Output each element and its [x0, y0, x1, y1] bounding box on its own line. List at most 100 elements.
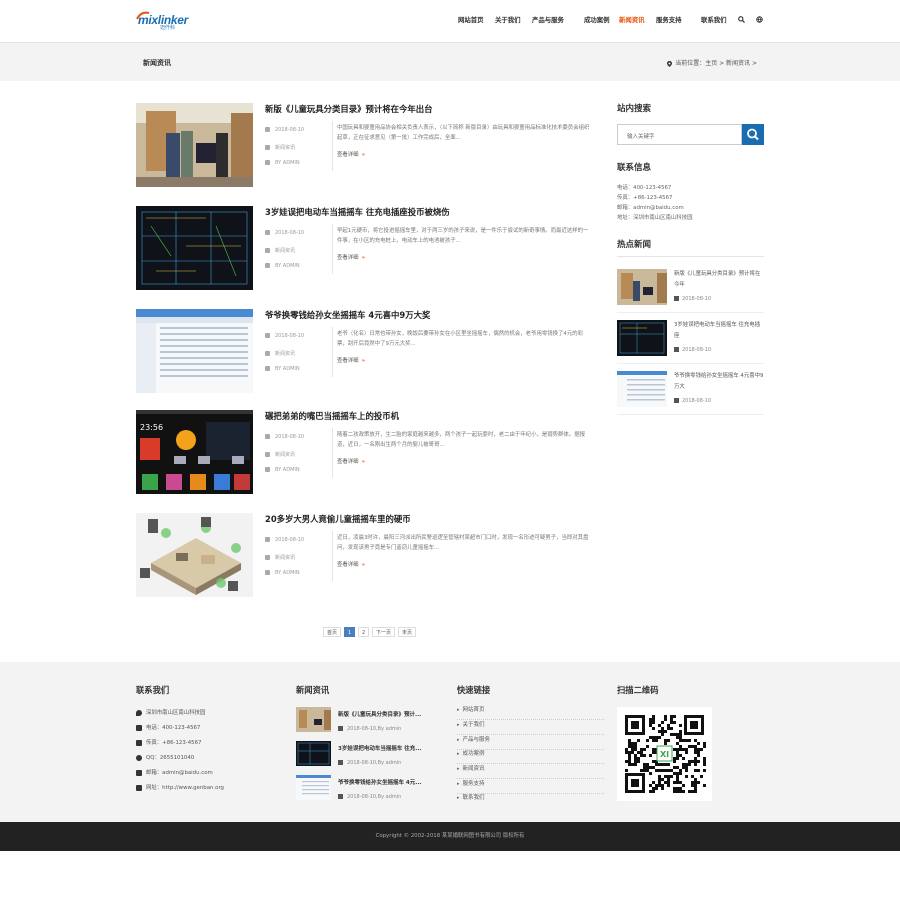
hot-news-item[interactable]: 新版《儿童玩具分类目录》预计将在今年 2018-08-10 — [617, 269, 764, 313]
page-next[interactable]: 下一页 — [372, 627, 396, 637]
hot-news-thumbnail[interactable] — [617, 320, 667, 356]
footer-news-item[interactable]: 3岁娃误把电动车当摇摇车 往充... 2018-08-10,By admin — [296, 741, 438, 770]
footer-link-home[interactable]: 网站首页 — [457, 705, 604, 720]
article-title[interactable]: 新版《儿童玩具分类目录》预计将在今年出台 — [265, 103, 433, 115]
article-title[interactable]: 20多岁大男人竟偷儿童摇摇车里的硬币 — [265, 513, 411, 525]
page-2[interactable]: 2 — [358, 627, 370, 637]
nav-cases[interactable]: 成功案例 — [584, 15, 610, 24]
footer-news-date-text: 2018-08-10,By admin — [347, 794, 402, 800]
footer-link-products[interactable]: 产品与服务 — [457, 735, 604, 750]
footer-news-title-text[interactable]: 3岁娃误把电动车当摇摇车 往充... — [338, 744, 438, 752]
footer-contact-qq: QQ：2655101040 — [136, 753, 194, 761]
chevron-down-icon: ⌄ — [657, 15, 662, 21]
breadcrumb-text[interactable]: 当前位置：主页 > 新闻资讯 > — [675, 60, 757, 67]
copyright: Copyright © 2002-2018 某某婚联网图书有限公司 版权所有 — [0, 822, 900, 851]
nav-contact[interactable]: 联系我们 — [701, 15, 727, 24]
footer-links-title: 快速链接 — [457, 685, 491, 695]
footer-news-thumbnail[interactable] — [296, 707, 331, 732]
footer-news-date: 2018-08-10,By admin — [338, 726, 401, 732]
language-icon[interactable] — [756, 16, 763, 23]
article-item: 23:56 碾把弟弟的嘴巴当摇摇车上的投币机 2018-08-10 新闻资讯 B… — [136, 410, 591, 494]
home-icon — [136, 784, 142, 791]
article-date: 2018-08-10 — [265, 230, 304, 236]
footer-contact-email-text[interactable]: 邮箱：admin@baidu.com — [146, 770, 213, 776]
footer-news-thumbnail[interactable] — [296, 741, 331, 766]
read-more-link[interactable]: 查看详细» — [337, 560, 365, 568]
footer-news-thumbnail[interactable] — [296, 775, 331, 800]
article-thumbnail[interactable]: 23:56 — [136, 410, 253, 494]
divider — [332, 224, 333, 274]
article-title[interactable]: 爷爷换零钱给孙女坐摇摇车 4元喜中9万大奖 — [265, 309, 430, 321]
article-title[interactable]: 3岁娃误把电动车当摇摇车 往充电插座投币被烧伤 — [265, 206, 450, 218]
nav-about[interactable]: 关于我们 — [495, 15, 521, 24]
hot-news-thumbnail[interactable] — [617, 269, 667, 305]
footer-contact-website-text[interactable]: 网址：http://www.genban.org — [146, 785, 224, 791]
article-category-text[interactable]: 新闻资讯 — [275, 248, 295, 254]
double-chevron-icon: » — [361, 562, 366, 568]
search-icon — [747, 128, 759, 141]
footer-news-item[interactable]: 新版《儿童玩具分类目录》预计... 2018-08-10,By admin — [296, 707, 438, 736]
read-more-link[interactable]: 查看详细» — [337, 253, 365, 261]
user-icon — [265, 366, 270, 371]
hot-news-item[interactable]: 爷爷换零钱给孙女坐摇摇车 4元喜中9万大 2018-08-10 — [617, 371, 764, 415]
hot-news-date: 2018-08-10 — [674, 347, 711, 353]
read-more-link[interactable]: 查看详细» — [337, 150, 365, 158]
divider — [332, 428, 333, 478]
footer-link-cases[interactable]: 成功案例 — [457, 749, 604, 764]
footer-news-title-text[interactable]: 新版《儿童玩具分类目录》预计... — [338, 710, 438, 718]
hot-news-title-text[interactable]: 爷爷换零钱给孙女坐摇摇车 4元喜中9万大 — [674, 371, 764, 393]
article-author: BY ADMIN — [265, 570, 300, 576]
location-icon — [136, 709, 142, 716]
article-category-text[interactable]: 新闻资讯 — [275, 452, 295, 458]
hot-news-title-text[interactable]: 3岁娃误把电动车当摇摇车 往充电插座 — [674, 320, 764, 342]
site-logo[interactable]: mixlinker 迈仟科 — [136, 10, 188, 31]
hot-news-title-text[interactable]: 新版《儿童玩具分类目录》预计将在今年 — [674, 269, 764, 291]
article-title[interactable]: 碾把弟弟的嘴巴当摇摇车上的投币机 — [265, 410, 399, 422]
footer-link-support[interactable]: 服务支持 — [457, 779, 604, 794]
double-chevron-icon: » — [361, 459, 366, 465]
search-input[interactable]: 输入关键字 — [617, 124, 742, 145]
article-thumbnail[interactable] — [136, 103, 253, 187]
hot-news-date: 2018-08-10 — [674, 398, 711, 404]
article-author: BY ADMIN — [265, 263, 300, 269]
read-more-link[interactable]: 查看详细» — [337, 457, 365, 465]
article-thumbnail[interactable] — [136, 206, 253, 290]
page-1[interactable]: 1 — [344, 627, 356, 637]
footer-link-contact[interactable]: 联系我们 — [457, 793, 604, 808]
article-category-text[interactable]: 新闻资讯 — [275, 145, 295, 151]
article-category-text[interactable]: 新闻资讯 — [275, 555, 295, 561]
search-icon[interactable] — [738, 16, 745, 23]
footer-link-news[interactable]: 新闻资讯 — [457, 764, 604, 779]
article-item: 3岁娃误把电动车当摇摇车 往充电插座投币被烧伤 2018-08-10 新闻资讯 … — [136, 206, 591, 290]
article-category: 新闻资讯 — [265, 247, 295, 254]
article-description: 老爷（化名）日常也带孙女，晚饭后要带孙女在小区里坐摇摇车，偶然的机会，老爷用零钱… — [337, 331, 584, 347]
calendar-icon — [265, 537, 270, 542]
article-category-text[interactable]: 新闻资讯 — [275, 351, 295, 357]
footer-link-about[interactable]: 关于我们 — [457, 720, 604, 735]
calendar-icon — [265, 434, 270, 439]
hot-news-thumbnail[interactable] — [617, 371, 667, 407]
page-first[interactable]: 首页 — [323, 627, 342, 637]
page-last[interactable]: 末页 — [398, 627, 417, 637]
nav-news[interactable]: 新闻资讯 — [619, 15, 645, 24]
footer-contact-email: 邮箱：admin@baidu.com — [136, 768, 213, 776]
calendar-icon — [674, 296, 679, 301]
article-thumbnail[interactable] — [136, 309, 253, 393]
nav-home[interactable]: 网站首页 — [458, 15, 484, 24]
search-button[interactable] — [742, 124, 764, 145]
logo-mix: mix — [138, 13, 158, 27]
tag-icon — [265, 248, 270, 253]
footer-news-date-text: 2018-08-10,By admin — [347, 760, 402, 766]
hot-news-item[interactable]: 3岁娃误把电动车当摇摇车 往充电插座 2018-08-10 — [617, 320, 764, 364]
hot-news-date: 2018-08-10 — [674, 296, 711, 302]
search-title: 站内搜索 — [617, 104, 652, 114]
footer-news-title-text[interactable]: 爷爷换零钱给孙女坐摇摇车 4元... — [338, 778, 438, 786]
tag-icon — [265, 555, 270, 560]
article-thumbnail[interactable] — [136, 513, 253, 597]
article-item: 新版《儿童玩具分类目录》预计将在今年出台 2018-08-10 新闻资讯 BY … — [136, 103, 591, 187]
read-more-link[interactable]: 查看详细» — [337, 356, 365, 364]
location-pin-icon — [667, 60, 673, 67]
footer-news-item[interactable]: 爷爷换零钱给孙女坐摇摇车 4元... 2018-08-10,By admin — [296, 775, 438, 804]
calendar-icon — [265, 127, 270, 132]
article-author-text: BY ADMIN — [275, 366, 300, 372]
